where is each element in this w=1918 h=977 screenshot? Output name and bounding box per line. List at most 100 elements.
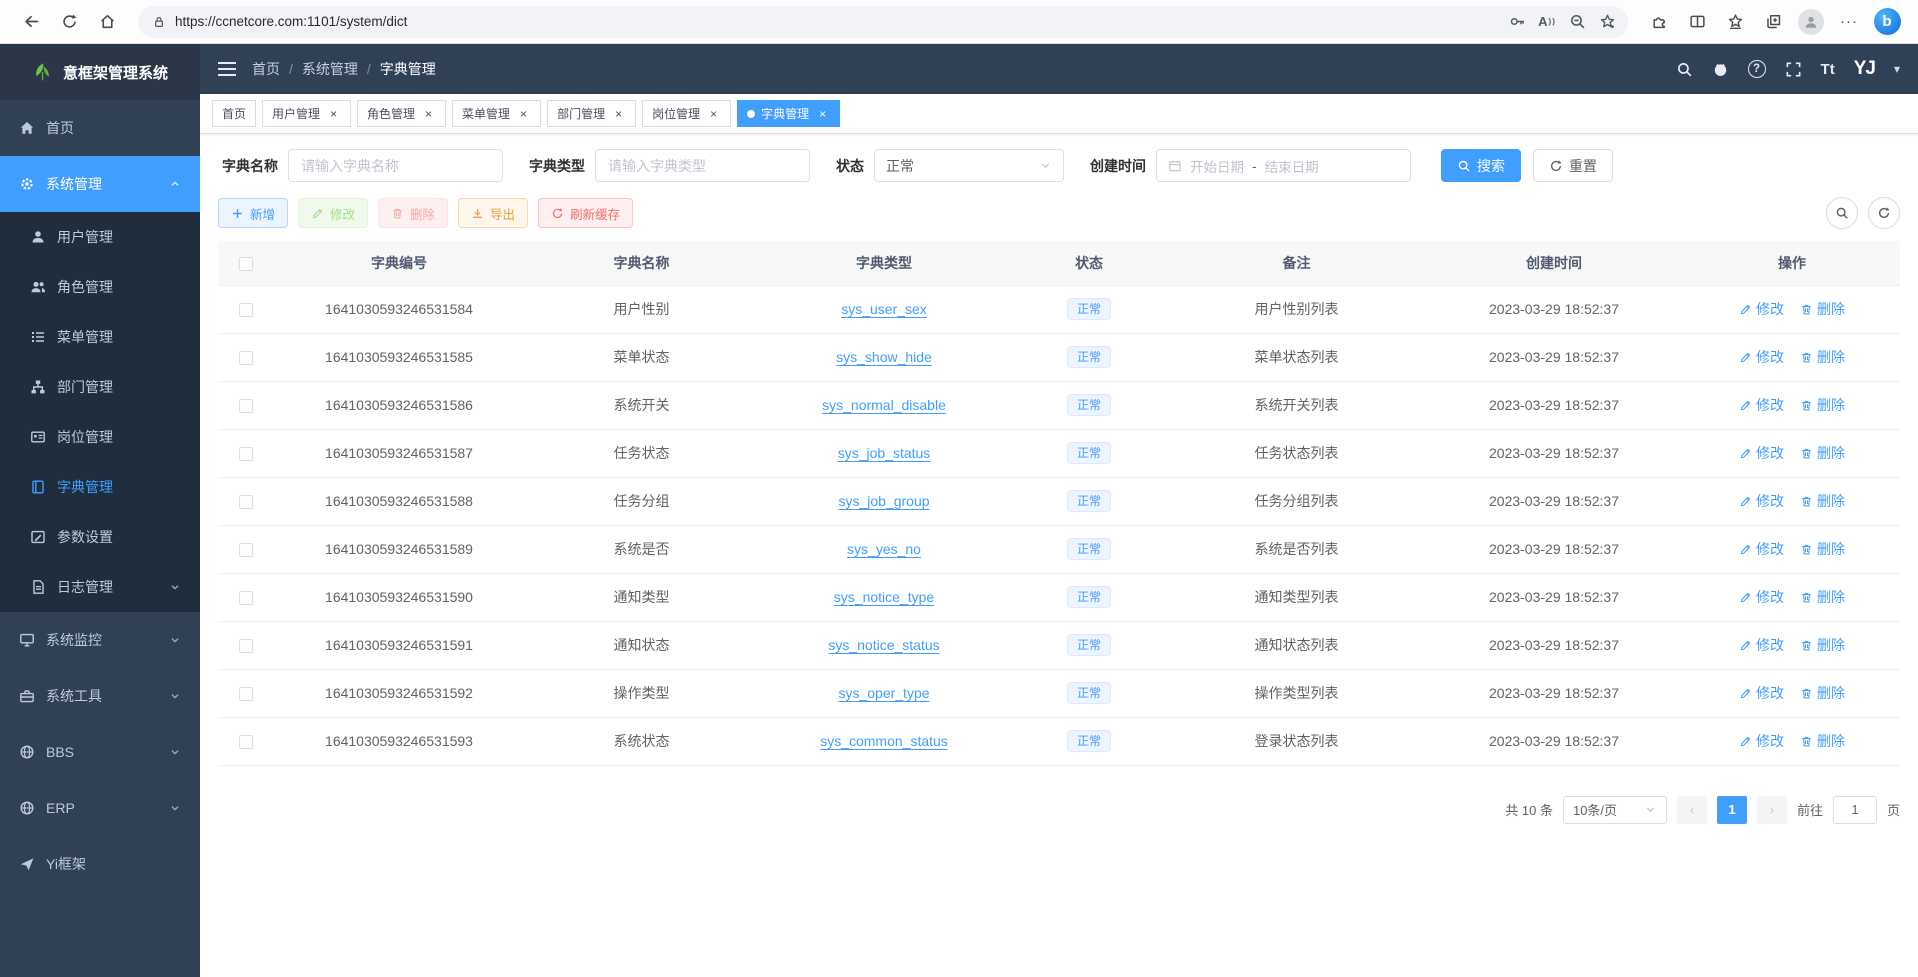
delete-row-button[interactable]: 删除: [1800, 347, 1845, 367]
dict-type-link[interactable]: sys_job_status: [838, 445, 931, 461]
delete-row-button[interactable]: 删除: [1800, 443, 1845, 463]
help-icon[interactable]: [1748, 60, 1766, 78]
delete-row-button[interactable]: 删除: [1800, 683, 1845, 703]
page-size-select[interactable]: 10条/页: [1563, 796, 1667, 824]
github-icon[interactable]: [1712, 61, 1729, 78]
browser-menu-icon[interactable]: [1832, 5, 1866, 39]
status-select[interactable]: 正常: [874, 149, 1064, 182]
row-checkbox[interactable]: [239, 447, 253, 461]
toggle-search-button[interactable]: [1826, 197, 1858, 229]
delete-row-button[interactable]: 删除: [1800, 731, 1845, 751]
edit-row-button[interactable]: 修改: [1739, 539, 1784, 559]
sidebar-item-log-mgmt[interactable]: 日志管理: [0, 562, 200, 612]
back-icon[interactable]: [14, 5, 48, 39]
sidebar-item-dept-mgmt[interactable]: 部门管理: [0, 362, 200, 412]
tab-4[interactable]: 部门管理: [547, 100, 636, 127]
dict-type-link[interactable]: sys_oper_type: [838, 685, 929, 701]
tab-3[interactable]: 菜单管理: [452, 100, 541, 127]
fullscreen-icon[interactable]: [1785, 61, 1802, 78]
date-range-picker[interactable]: 开始日期 - 结束日期: [1156, 149, 1411, 182]
dict-type-link[interactable]: sys_yes_no: [847, 541, 921, 557]
edit-button[interactable]: 修改: [298, 198, 368, 228]
dict-type-link[interactable]: sys_notice_type: [834, 589, 934, 605]
edit-row-button[interactable]: 修改: [1739, 731, 1784, 751]
edit-row-button[interactable]: 修改: [1739, 299, 1784, 319]
reset-button[interactable]: 重置: [1533, 149, 1613, 182]
edit-row-button[interactable]: 修改: [1739, 443, 1784, 463]
row-checkbox[interactable]: [239, 303, 253, 317]
row-checkbox[interactable]: [239, 591, 253, 605]
dict-type-link[interactable]: sys_user_sex: [841, 301, 927, 317]
browser-home-icon[interactable]: [90, 5, 124, 39]
tab-5[interactable]: 岗位管理: [642, 100, 731, 127]
delete-row-button[interactable]: 删除: [1800, 539, 1845, 559]
sidebar-item-role-mgmt[interactable]: 角色管理: [0, 262, 200, 312]
row-checkbox[interactable]: [239, 735, 253, 749]
hamburger-icon[interactable]: [218, 62, 236, 76]
select-all-checkbox[interactable]: [239, 257, 253, 271]
dict-type-link[interactable]: sys_common_status: [820, 733, 948, 749]
address-bar[interactable]: https://ccnetcore.com:1101/system/dict: [138, 6, 1628, 38]
tab-close-icon[interactable]: [815, 106, 830, 121]
header-search-icon[interactable]: [1676, 61, 1693, 78]
extensions-icon[interactable]: [1642, 5, 1676, 39]
tab-0[interactable]: 首页: [212, 100, 256, 127]
user-menu-chevron-icon[interactable]: [1894, 62, 1900, 76]
tab-6[interactable]: 字典管理: [737, 100, 840, 127]
sidebar-item-menu-mgmt[interactable]: 菜单管理: [0, 312, 200, 362]
export-button[interactable]: 导出: [458, 198, 528, 228]
sidebar-item-system-mgmt[interactable]: 系统管理: [0, 156, 200, 212]
row-checkbox[interactable]: [239, 399, 253, 413]
search-button[interactable]: 搜索: [1441, 149, 1521, 182]
refresh-table-button[interactable]: [1868, 197, 1900, 229]
user-logo[interactable]: [1854, 58, 1875, 80]
zoom-out-icon[interactable]: [1562, 8, 1592, 36]
page-number-1[interactable]: 1: [1717, 796, 1747, 824]
next-page-button[interactable]: [1757, 796, 1787, 824]
dict-type-link[interactable]: sys_normal_disable: [822, 397, 946, 413]
password-key-icon[interactable]: [1502, 8, 1532, 36]
breadcrumb-item[interactable]: 系统管理: [302, 59, 358, 79]
collections-icon[interactable]: [1756, 5, 1790, 39]
dict-type-input[interactable]: [595, 149, 810, 182]
sidebar-item-post-mgmt[interactable]: 岗位管理: [0, 412, 200, 462]
sidebar-item-system-tools[interactable]: 系统工具: [0, 668, 200, 724]
favorites-add-icon[interactable]: [1592, 8, 1622, 36]
profile-avatar[interactable]: [1794, 5, 1828, 39]
edit-row-button[interactable]: 修改: [1739, 635, 1784, 655]
delete-button[interactable]: 删除: [378, 198, 448, 228]
sidebar-item-user-mgmt[interactable]: 用户管理: [0, 212, 200, 262]
edit-row-button[interactable]: 修改: [1739, 587, 1784, 607]
tab-close-icon[interactable]: [421, 106, 436, 121]
dict-type-link[interactable]: sys_job_group: [838, 493, 929, 509]
delete-row-button[interactable]: 删除: [1800, 491, 1845, 511]
breadcrumb-item[interactable]: 首页: [252, 59, 280, 79]
read-aloud-icon[interactable]: [1532, 8, 1562, 36]
bing-chat-icon[interactable]: [1870, 5, 1904, 39]
row-checkbox[interactable]: [239, 495, 253, 509]
delete-row-button[interactable]: 删除: [1800, 587, 1845, 607]
tab-close-icon[interactable]: [706, 106, 721, 121]
sidebar-item-yi-framework[interactable]: Yi框架: [0, 836, 200, 892]
row-checkbox[interactable]: [239, 351, 253, 365]
refresh-cache-button[interactable]: 刷新缓存: [538, 198, 633, 228]
row-checkbox[interactable]: [239, 639, 253, 653]
sidebar-item-param-settings[interactable]: 参数设置: [0, 512, 200, 562]
tab-close-icon[interactable]: [611, 106, 626, 121]
edit-row-button[interactable]: 修改: [1739, 395, 1784, 415]
row-checkbox[interactable]: [239, 543, 253, 557]
sidebar-item-erp[interactable]: ERP: [0, 780, 200, 836]
sidebar-item-bbs[interactable]: BBS: [0, 724, 200, 780]
sidebar-item-home[interactable]: 首页: [0, 100, 200, 156]
sidebar-item-system-monitor[interactable]: 系统监控: [0, 612, 200, 668]
split-screen-icon[interactable]: [1680, 5, 1714, 39]
favorites-bar-icon[interactable]: [1718, 5, 1752, 39]
goto-page-input[interactable]: [1833, 796, 1877, 824]
dict-type-link[interactable]: sys_show_hide: [836, 349, 932, 365]
row-checkbox[interactable]: [239, 687, 253, 701]
browser-refresh-icon[interactable]: [52, 5, 86, 39]
delete-row-button[interactable]: 删除: [1800, 395, 1845, 415]
delete-row-button[interactable]: 删除: [1800, 299, 1845, 319]
tab-2[interactable]: 角色管理: [357, 100, 446, 127]
font-size-icon[interactable]: [1821, 61, 1835, 78]
